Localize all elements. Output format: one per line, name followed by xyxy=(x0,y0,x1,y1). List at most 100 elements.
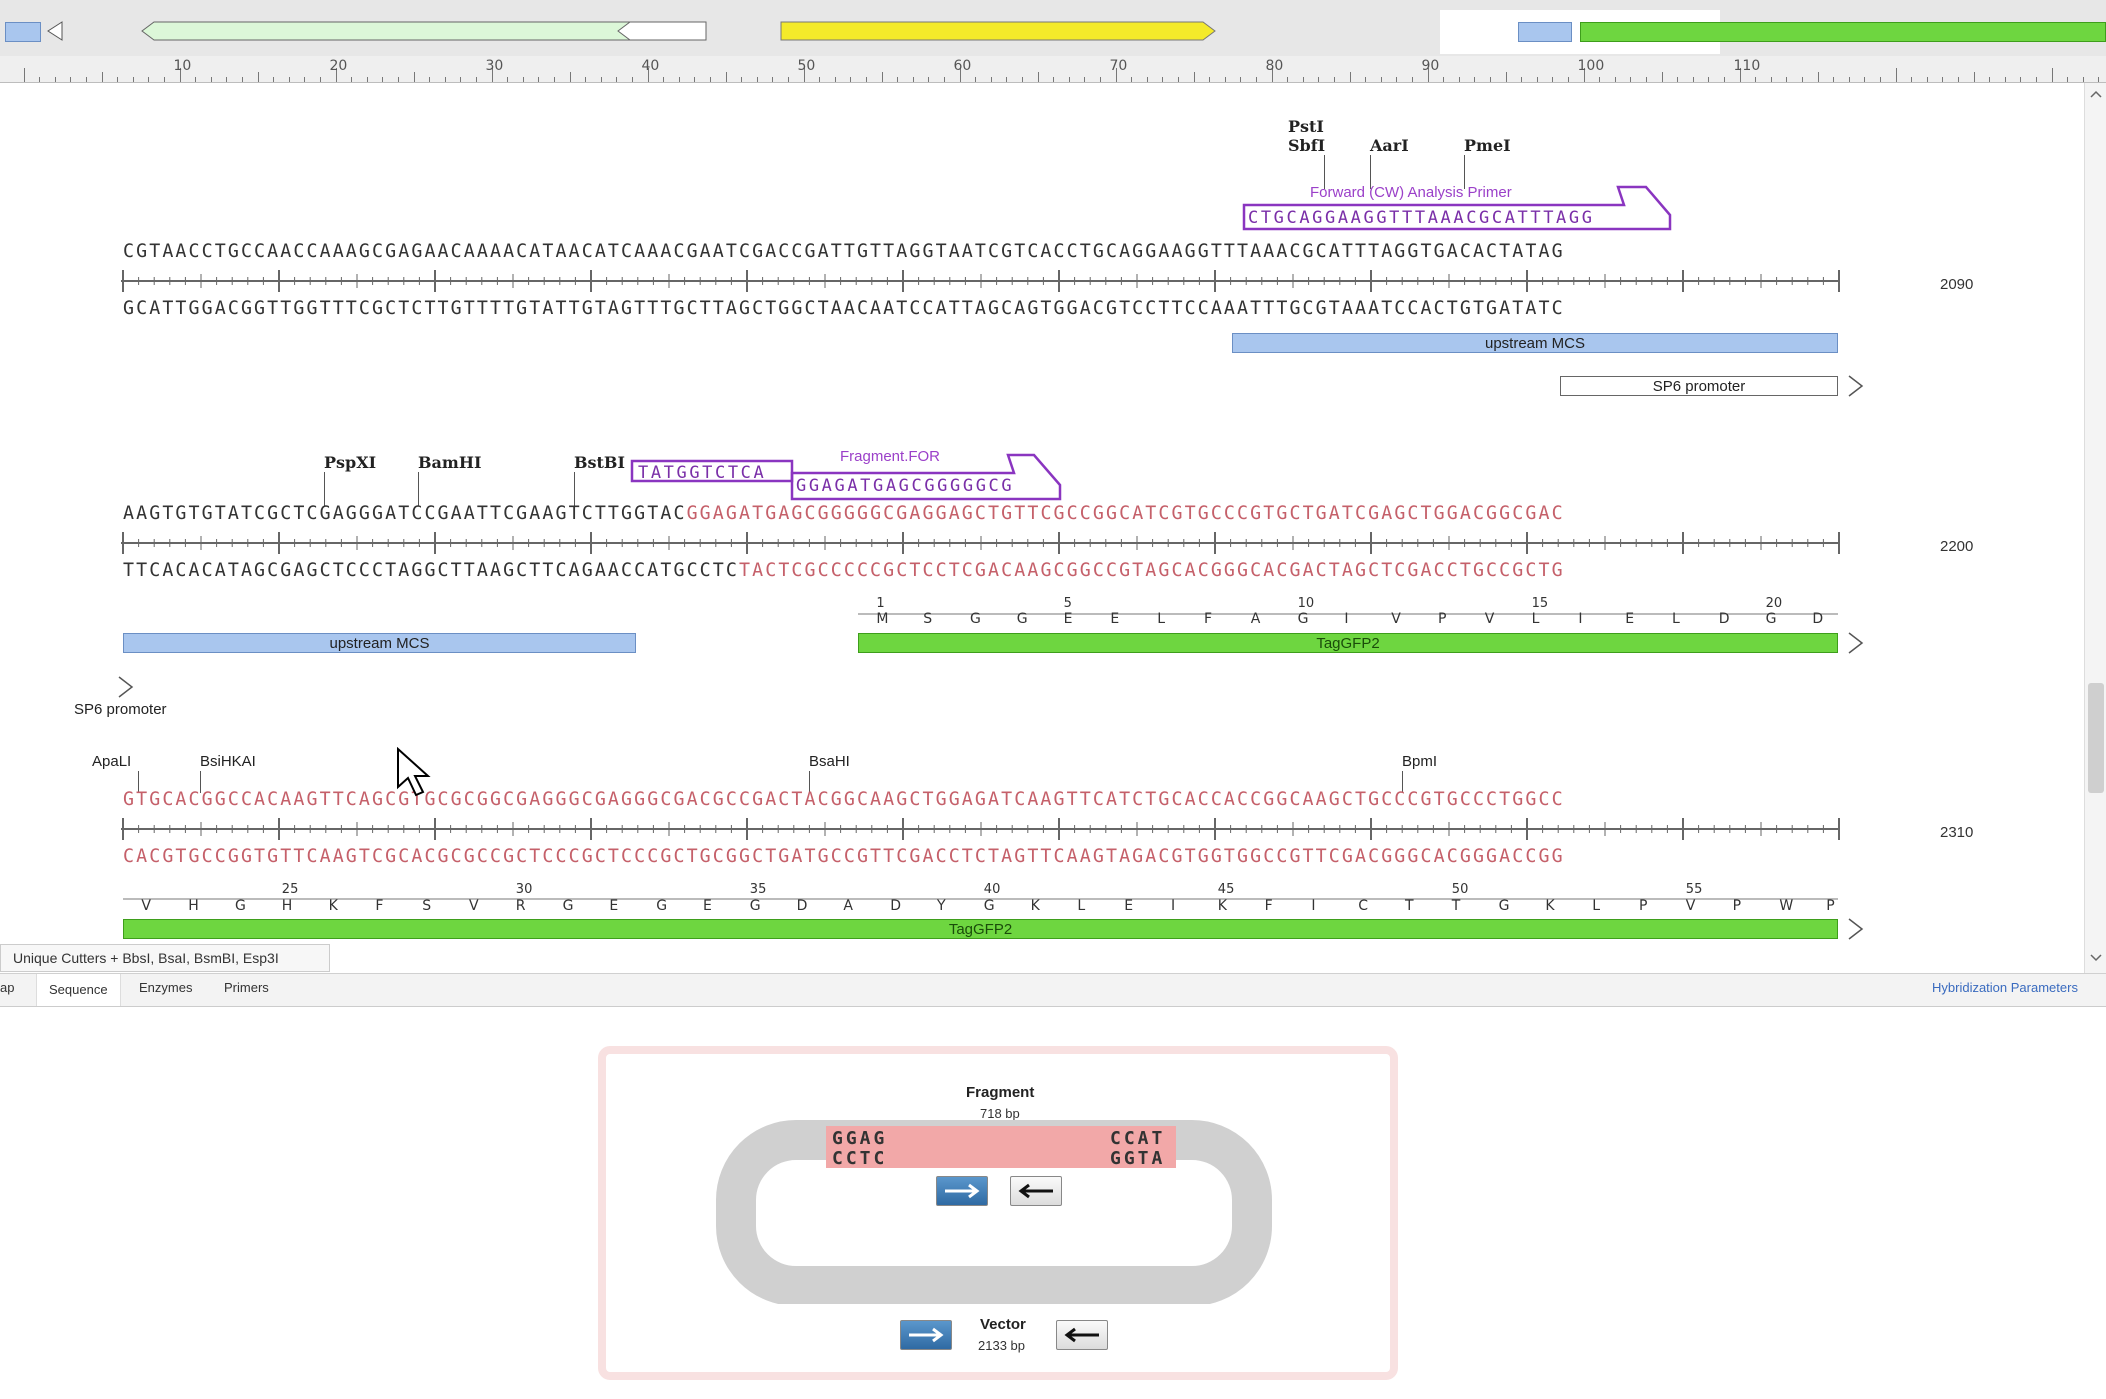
bottom-strand-insert-part: TACTCGCCCCCGCTCCTCGACAAGCGGCCGTAGCACGGGC… xyxy=(739,560,1565,581)
tab-map[interactable]: ap xyxy=(0,980,14,995)
arrow-left-icon xyxy=(1064,1327,1099,1343)
ruler-label: 50 xyxy=(797,58,816,74)
enzyme-set-selector[interactable]: Unique Cutters + BbsI, BsaI, BsmBI, Esp3… xyxy=(0,944,330,972)
fragment-forward-orientation-button[interactable] xyxy=(936,1176,988,1206)
enzyme-label-pspxi[interactable]: PspXI xyxy=(324,453,376,472)
ruler-tick xyxy=(553,77,555,82)
feature-taggfp2[interactable]: TagGFP2 xyxy=(123,919,1838,939)
ruler-tick xyxy=(585,77,587,82)
enzyme-label-bstbi[interactable]: BstBI xyxy=(574,453,625,472)
ruler-label: 40 xyxy=(641,58,660,74)
amino-acid: I xyxy=(1311,898,1316,914)
enzyme-label-pmei[interactable]: PmeI xyxy=(1464,136,1511,155)
ruler-tick xyxy=(1099,77,1101,82)
amino-acid-number: 20 xyxy=(1765,596,1783,611)
ruler-tick xyxy=(1489,77,1491,82)
enzyme-label-bamhi[interactable]: BamHI xyxy=(418,453,481,472)
amino-acid: D xyxy=(1812,611,1824,627)
overview-arrow-left-icon xyxy=(47,21,63,41)
scrollbar-thumb[interactable] xyxy=(2088,683,2104,793)
top-strand[interactable]: GTGCACGGCCACAAGTTCAGCGTGCGCGGCGAGGGCGAGG… xyxy=(123,789,1565,810)
amino-acid: V xyxy=(141,898,151,914)
overview-feature-green[interactable] xyxy=(1580,22,2106,42)
amino-acid: L xyxy=(1592,898,1600,914)
enzyme-label-sbfi[interactable]: SbfI xyxy=(1288,136,1325,155)
tab-sequence[interactable]: Sequence xyxy=(36,974,121,1006)
overview-feature-upstream-mcs[interactable] xyxy=(5,22,41,42)
amino-acid-number: 50 xyxy=(1451,882,1469,897)
ruler-tick xyxy=(1380,77,1382,82)
ruler-tick xyxy=(2082,77,2084,82)
amino-acid: F xyxy=(375,898,384,914)
feature-upstream-mcs[interactable]: upstream MCS xyxy=(1232,333,1838,353)
feature-upstream-mcs[interactable]: upstream MCS xyxy=(123,633,636,653)
tab-primers[interactable]: Primers xyxy=(224,980,269,995)
ruler-tick xyxy=(1037,72,1039,82)
amino-acid: G xyxy=(970,611,981,627)
ruler-tick xyxy=(366,77,368,82)
overview-feature-blue[interactable] xyxy=(1518,22,1572,42)
ruler-tick xyxy=(2020,77,2022,82)
enzyme-label-bsihkai[interactable]: BsiHKAI xyxy=(200,753,256,770)
feature-taggfp2[interactable]: TagGFP2 xyxy=(858,633,1838,653)
top-strand[interactable]: CGTAACCTGCCAACCAAAGCGAGAACAAAACATAACATCA… xyxy=(123,241,1565,262)
ruler-tick xyxy=(39,77,41,82)
bottom-strand[interactable]: TTCACACATAGCGAGCTCCCTAGGCTTAAGCTTCAGAACC… xyxy=(123,560,1565,581)
ruler-tick xyxy=(2035,77,2037,82)
bottom-strand[interactable]: CACGTGCCGGTGTTCAAGTCGCACGCGCCGCTCCCGCTCC… xyxy=(123,846,1565,867)
amino-acid: G xyxy=(1498,898,1510,914)
sequence-view[interactable]: PstI SbfI AarI PmeI Forward (CW) Analysi… xyxy=(0,83,2084,973)
enzyme-label-psti[interactable]: PstI xyxy=(1288,117,1324,136)
enzyme-label-apali[interactable]: ApaLI xyxy=(92,753,131,770)
top-strand[interactable]: AAGTGTGTATCGCTCGAGGGATCCGAATTCGAAGTCTTGG… xyxy=(123,503,1565,524)
hybridization-parameters-link[interactable]: Hybridization Parameters xyxy=(1932,980,2078,995)
feature-sp6-promoter[interactable]: SP6 promoter xyxy=(1560,376,1838,396)
enzyme-label-bsahi[interactable]: BsaHI xyxy=(809,753,850,770)
feature-label-sp6-promoter[interactable]: SP6 promoter xyxy=(74,701,167,718)
ruler-tick xyxy=(1911,77,1913,82)
bottom-strand[interactable]: GCATTGGACGGTTGGTTTCGCTCTTGTTTTGTATTGTAGT… xyxy=(123,298,1565,319)
amino-acid: I xyxy=(1171,898,1176,914)
amino-acid-number: 1 xyxy=(876,596,885,611)
ruler-tick xyxy=(1989,77,1991,82)
ruler-label: 110 xyxy=(1733,58,1761,74)
right-overhang-bottom: GGTA xyxy=(1110,1148,1166,1169)
amino-acid: T xyxy=(1405,898,1414,914)
fragment-reverse-orientation-button[interactable] xyxy=(1010,1176,1062,1206)
amino-acid: C xyxy=(1358,898,1368,914)
left-overhang-top: GGAG xyxy=(832,1128,888,1149)
ruler-tick xyxy=(319,77,321,82)
mouse-cursor-icon xyxy=(397,747,431,797)
overview-feature-bar-lightgreen[interactable] xyxy=(140,20,710,42)
ruler-tick xyxy=(1318,77,1320,82)
arrow-right-icon xyxy=(909,1327,944,1343)
ruler-tick xyxy=(600,77,602,82)
ruler-tick xyxy=(975,77,977,82)
base-position: 2310 xyxy=(1940,824,1974,841)
ruler-tick xyxy=(85,77,87,82)
scroll-up-icon[interactable] xyxy=(2090,89,2102,99)
amino-acid-number: 10 xyxy=(1297,596,1315,611)
scroll-down-icon[interactable] xyxy=(2090,953,2102,963)
ruler-tick xyxy=(1708,77,1710,82)
ruler-tick xyxy=(616,77,618,82)
ruler-tick xyxy=(132,77,134,82)
ruler-tick xyxy=(1068,77,1070,82)
amino-acid: G xyxy=(235,898,246,914)
ruler-label: 60 xyxy=(953,58,972,74)
sequence-overview-strip[interactable] xyxy=(0,0,2106,57)
enzyme-label-aari[interactable]: AarI xyxy=(1370,136,1409,155)
ruler-tick xyxy=(1505,72,1507,82)
enzyme-label-bpmi[interactable]: BpmI xyxy=(1402,753,1437,770)
vertical-scrollbar[interactable] xyxy=(2084,83,2106,973)
ruler-tick xyxy=(1677,77,1679,82)
vector-forward-orientation-button[interactable] xyxy=(900,1320,952,1350)
vector-reverse-orientation-button[interactable] xyxy=(1056,1320,1108,1350)
tab-enzymes[interactable]: Enzymes xyxy=(139,980,192,995)
ruler-tick xyxy=(881,72,883,82)
primer-sequence-forward-analysis: CTGCAGGAAGGTTTAAACGCATTTAGG xyxy=(1248,208,1595,228)
ruler-tick xyxy=(1614,77,1616,82)
overview-feature-bar-yellow[interactable] xyxy=(779,20,1219,42)
feature-direction-arrow-icon xyxy=(118,676,134,698)
ruler-tick xyxy=(756,77,758,82)
